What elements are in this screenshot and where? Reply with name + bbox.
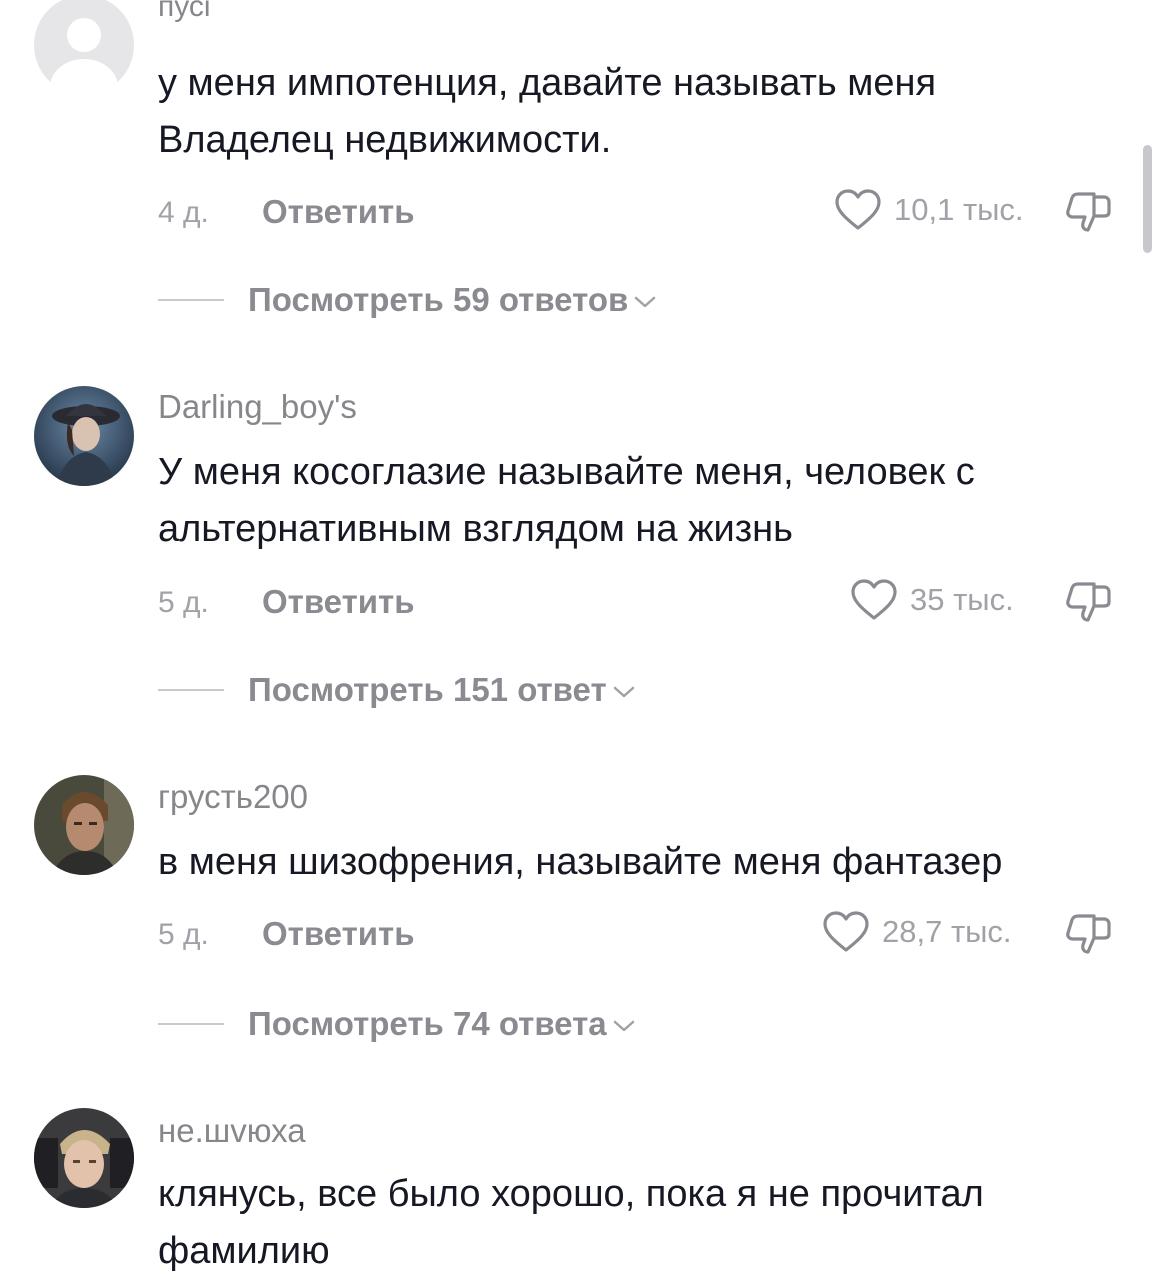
comment-text: у меня импотенция, давайте называть меня… [158,62,937,161]
comment-username[interactable]: грусть200 [158,778,308,816]
like-button[interactable]: 35 тыс. [850,578,1014,622]
avatar-placeholder[interactable] [34,0,134,95]
comment-age: 5 д. [158,918,209,951]
comment-text: в меня шизофрения, называйте меня фантаз… [158,841,1003,883]
heart-outline-icon [835,189,881,230]
chevron-down-icon [613,1020,634,1032]
reply-button[interactable]: Ответить [262,193,415,231]
comment-username[interactable]: Darling_boy's [158,388,357,426]
divider-line [158,1023,224,1025]
comment-age: 5 д. [158,586,209,619]
view-replies-label: Посмотреть 59 ответов [248,281,629,318]
thumbs-down-icon [1066,192,1111,232]
thumbs-down-icon [1066,582,1111,622]
heart-outline-icon [851,579,897,620]
thumbs-down-icon [1066,914,1111,954]
default-avatar-icon [34,0,134,95]
chevron-down-icon [635,296,656,308]
dislike-button[interactable] [1064,912,1114,963]
comment-actions: 4 д. Ответить 10,1 тыс. [158,188,1128,238]
scrollbar[interactable] [1143,145,1152,253]
dislike-button[interactable] [1064,190,1114,241]
comment-username[interactable]: пусі [158,0,211,24]
comment-username[interactable]: не.шvюха [158,1112,306,1150]
divider-line [158,689,224,691]
comment-actions: 5 д. Ответить 35 тыс. [158,578,1128,628]
comment-text: клянусь, все было хорошо, пока я не проч… [158,1173,984,1272]
avatar-image [34,386,134,486]
view-replies-button[interactable]: Посмотреть 59 ответов [158,280,656,320]
dislike-button[interactable] [1064,580,1114,631]
divider-line [158,299,224,301]
avatar[interactable] [34,775,134,875]
view-replies-button[interactable]: Посмотреть 151 ответ [158,670,635,710]
like-button[interactable]: 10,1 тыс. [834,188,1024,232]
view-replies-label: Посмотреть 74 ответа [248,1005,607,1042]
reply-button[interactable]: Ответить [262,915,415,953]
view-replies-button[interactable]: Посмотреть 74 ответа [158,1004,635,1044]
comment-text: У меня косоглазие называйте меня, челове… [158,451,975,550]
comment-actions: 5 д. Ответить 28,7 тыс. [158,910,1128,960]
avatar-image [34,1108,134,1208]
chevron-down-icon [613,686,634,698]
comment-age: 4 д. [158,196,209,229]
heart-outline-icon [823,911,869,952]
avatar-image [34,775,134,875]
avatar[interactable] [34,386,134,486]
view-replies-label: Посмотреть 151 ответ [248,671,607,708]
reply-button[interactable]: Ответить [262,583,415,621]
avatar[interactable] [34,1108,134,1208]
like-count: 10,1 тыс. [894,192,1024,227]
like-count: 28,7 тыс. [882,914,1012,949]
like-button[interactable]: 28,7 тыс. [822,910,1012,954]
like-count: 35 тыс. [910,582,1014,617]
